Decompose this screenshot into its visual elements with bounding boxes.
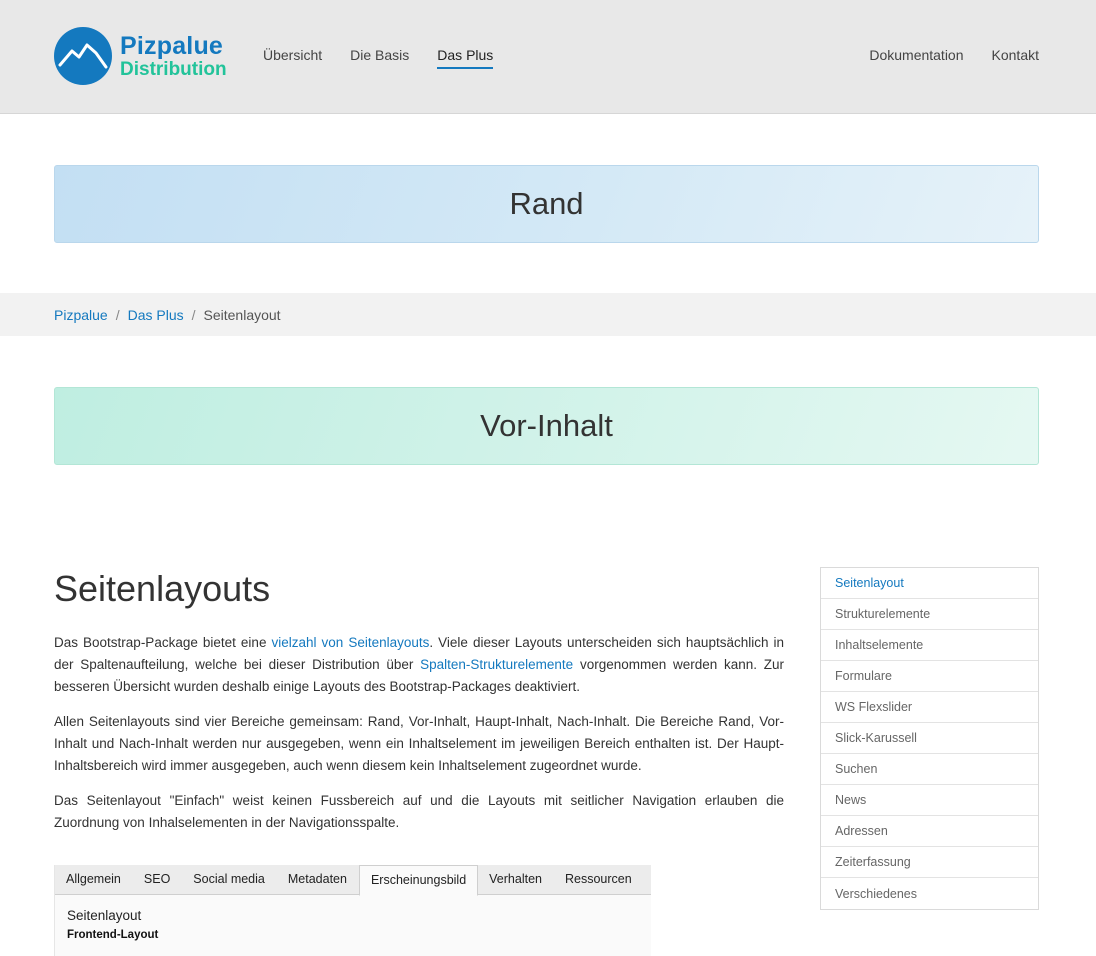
logo-name: Pizpalue [120,31,224,60]
paragraph-2: Allen Seitenlayouts sind vier Bereiche g… [54,714,784,773]
logo[interactable]: Pizpalue Distribution [54,27,227,85]
site-header: Pizpalue Distribution Übersicht Die Basi… [0,0,1096,114]
breadcrumb-bar: Pizpalue / Das Plus / Seitenlayout [0,293,1096,336]
screenshot-tab-social-media: Social media [193,872,265,886]
link-seitenlayouts[interactable]: vielzahl von Seitenlayouts [271,635,429,650]
rand-banner: Rand [54,165,1039,243]
screenshot-tab-ressourcen: Ressourcen [564,872,632,886]
screenshot-tab-seo: SEO [143,872,171,886]
sidebar-item-strukturelemente[interactable]: Strukturelemente [821,599,1038,630]
sidebar-item-formulare[interactable]: Formulare [821,661,1038,692]
sidebar-item-news[interactable]: News [821,785,1038,816]
nav-item-uebersicht[interactable]: Übersicht [263,47,322,69]
screenshot-tab-metadaten: Metadaten [287,872,347,886]
breadcrumb-separator: / [191,307,196,323]
paragraph-1: Das Bootstrap-Package bietet eine vielza… [54,632,784,698]
screenshot-tab-erscheinungsbild: Erscheinungsbild [358,865,479,896]
vor-inhalt-banner: Vor-Inhalt [54,387,1039,465]
secondary-navigation: Dokumentation Kontakt [841,47,1039,69]
nav-item-die-basis[interactable]: Die Basis [350,47,409,69]
breadcrumb-separator: / [115,307,120,323]
mountain-logo-icon [54,27,112,85]
breadcrumb-das-plus[interactable]: Das Plus [128,307,184,323]
sidebar-item-zeiterfassung[interactable]: Zeiterfassung [821,847,1038,878]
screenshot-tab-verhalten: Verhalten [489,872,542,886]
nav-item-dokumentation[interactable]: Dokumentation [869,47,963,69]
backend-screenshot-image: Allgemein SEO Social media Metadaten Ers… [54,865,651,956]
logo-subtitle: Distribution [120,58,227,80]
breadcrumb-pizpalue[interactable]: Pizpalue [54,307,108,323]
sidebar-item-adressen[interactable]: Adressen [821,816,1038,847]
sidebar-item-seitenlayout[interactable]: Seitenlayout [821,568,1038,599]
page-title: Seitenlayouts [54,568,271,609]
screenshot-tabs: Allgemein SEO Social media Metadaten Ers… [55,865,651,896]
sidebar-item-ws-flexslider[interactable]: WS Flexslider [821,692,1038,723]
paragraph-1-text-a: Das Bootstrap-Package bietet eine [54,635,272,650]
sidebar-item-suchen[interactable]: Suchen [821,754,1038,785]
sidebar-item-verschiedenes[interactable]: Verschiedenes [821,878,1038,909]
main-navigation: Übersicht Die Basis Das Plus [263,47,521,69]
main-content: Das Bootstrap-Package bietet eine vielza… [54,632,784,847]
nav-item-das-plus[interactable]: Das Plus [437,47,494,69]
sidebar-item-slick-karussell[interactable]: Slick-Karussell [821,723,1038,754]
sidebar-navigation: Seitenlayout Strukturelemente Inhaltsele… [820,567,1039,910]
link-spalten-strukturelemente[interactable]: Spalten-Strukturelemente [420,657,573,672]
screenshot-tab-allgemein: Allgemein [66,872,121,886]
screenshot-heading: Seitenlayout [67,908,142,923]
breadcrumb: Pizpalue / Das Plus / Seitenlayout [54,307,281,323]
screenshot-subheading: Frontend-Layout [67,929,159,941]
nav-item-kontakt[interactable]: Kontakt [992,47,1039,69]
paragraph-3: Das Seitenlayout "Einfach" weist keinen … [54,793,784,830]
breadcrumb-current: Seitenlayout [203,307,281,323]
sidebar-item-inhaltselemente[interactable]: Inhaltselemente [821,630,1038,661]
